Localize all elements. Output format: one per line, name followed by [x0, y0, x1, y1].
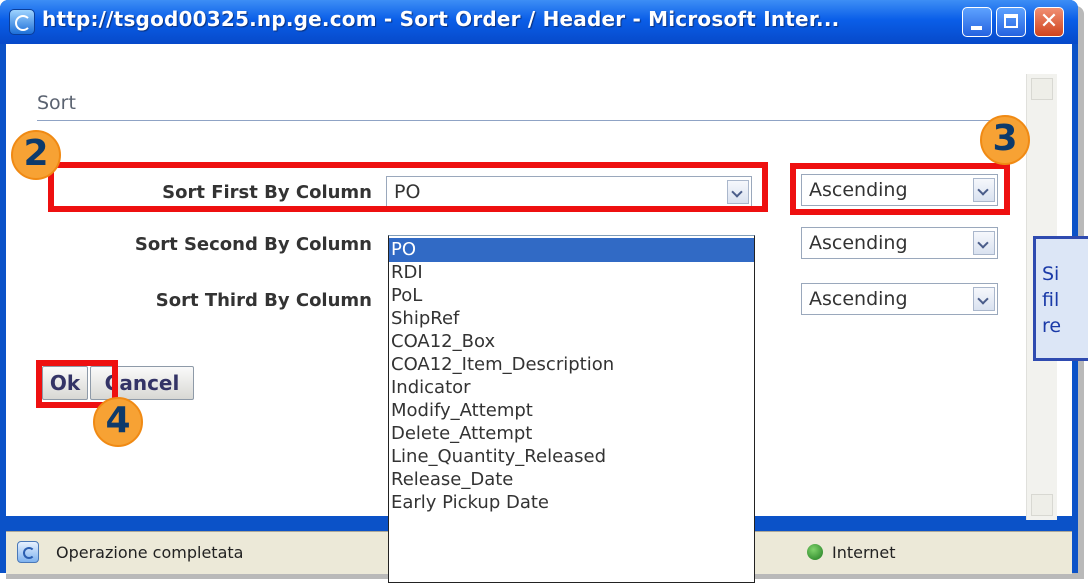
internet-explorer-icon	[9, 9, 35, 35]
sort-third-order-value: Ascending	[809, 288, 908, 310]
dropdown-option[interactable]: Early Pickup Date	[389, 491, 754, 515]
maximize-button[interactable]	[996, 7, 1026, 37]
dropdown-option[interactable]: Modify_Attempt	[389, 399, 754, 423]
dropdown-option[interactable]: Delete_Attempt	[389, 422, 754, 446]
zone-label: Internet	[832, 543, 896, 562]
dropdown-option[interactable]: COA12_Box	[389, 330, 754, 354]
scroll-up-arrow[interactable]	[1031, 78, 1053, 100]
minimize-button[interactable]	[962, 7, 992, 37]
callout-line: re	[1042, 315, 1062, 337]
section-title: Sort	[37, 92, 76, 114]
sort-second-order-select[interactable]: Ascending	[801, 227, 998, 259]
dropdown-option[interactable]: ShipRef	[389, 307, 754, 331]
chevron-down-icon[interactable]	[973, 287, 995, 311]
close-icon: ✕	[1039, 9, 1059, 34]
scroll-down-arrow[interactable]	[1031, 494, 1053, 516]
callout-line: Si	[1042, 263, 1060, 285]
chevron-down-icon[interactable]	[973, 231, 995, 255]
internet-zone-icon	[807, 544, 823, 560]
step-badge-4: 4	[93, 397, 143, 447]
page-done-icon	[17, 541, 39, 563]
dropdown-option[interactable]: Release_Date	[389, 468, 754, 492]
highlight-box-order	[790, 163, 1010, 215]
sort-second-order-value: Ascending	[809, 232, 908, 254]
window-title: http://tsgod00325.np.ge.com - Sort Order…	[42, 7, 840, 31]
annotation-callout: Si fil re	[1033, 236, 1088, 361]
sort-third-label: Sort Third By Column	[155, 290, 372, 311]
section-divider	[37, 120, 1020, 121]
status-text: Operazione completata	[56, 543, 244, 562]
sort-third-order-select[interactable]: Ascending	[801, 283, 998, 315]
column-dropdown-list[interactable]: PO RDI PoL ShipRef COA12_Box COA12_Item_…	[388, 235, 755, 583]
dropdown-option[interactable]: Indicator	[389, 376, 754, 400]
highlight-box-sort-first	[48, 162, 768, 212]
close-button[interactable]: ✕	[1034, 7, 1064, 37]
dropdown-option[interactable]: Line_Quantity_Released	[389, 445, 754, 469]
dropdown-option[interactable]: PoL	[389, 284, 754, 308]
callout-line: fil	[1042, 289, 1060, 311]
sort-second-label: Sort Second By Column	[134, 234, 372, 255]
step-badge-2: 2	[11, 130, 61, 180]
dropdown-option[interactable]: COA12_Item_Description	[389, 353, 754, 377]
dropdown-option[interactable]: RDI	[389, 261, 754, 285]
title-bar[interactable]: http://tsgod00325.np.ge.com - Sort Order…	[0, 0, 1078, 44]
dropdown-option-selected[interactable]: PO	[389, 238, 754, 262]
step-badge-3: 3	[980, 115, 1030, 165]
